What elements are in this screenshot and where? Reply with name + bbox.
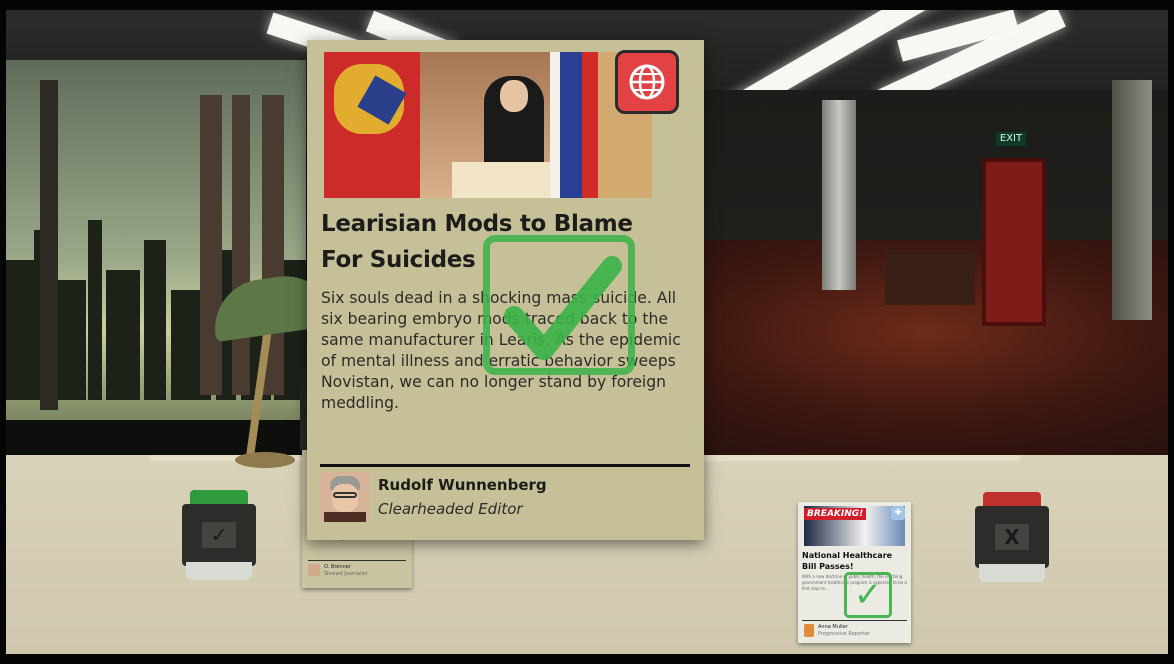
reject-stamp[interactable]: X [975,492,1049,584]
approve-stamp-foot [186,562,252,580]
approve-stamp[interactable]: ✓ [182,490,256,582]
exit-sign: EXIT [996,132,1026,146]
frame [0,0,6,664]
paper-left-divider [308,560,406,561]
globe-icon [615,50,679,114]
game-scene: EXIT ✓ X ...our new... could help to mak… [0,0,1174,664]
pillar [822,100,856,290]
image-speaker-head [500,80,528,112]
author-name: Rudolf Wunnenberg [378,476,547,494]
pillar-right [1112,80,1152,320]
paper-right-author: Anna Muller [818,624,848,630]
health-icon: ✚ [891,506,905,520]
approve-stamp-body: ✓ [182,504,256,566]
red-door [982,158,1046,326]
author-role: Clearheaded Editor [378,500,523,518]
window-blind [232,95,250,395]
image-flag-red [582,52,598,198]
frame [0,0,1174,10]
approved-check-icon: ✓ [844,572,892,618]
frame [0,654,1174,664]
window-blind [200,95,222,395]
article-card[interactable]: Learisian Mods to Blame For Suicides Six… [307,40,704,540]
article-paper-right[interactable]: BREAKING! ✚ National Healthcare Bill Pas… [798,502,911,643]
paper-right-divider [802,620,907,621]
image-flag-white [550,52,560,198]
reject-stamp-body: X [975,506,1049,568]
frame [1168,0,1174,664]
check-icon: ✓ [202,522,236,548]
article-image [324,52,652,198]
avatar-glasses [333,492,357,498]
avatar-face [332,484,358,512]
paper-right-title: National Healthcare Bill Passes! [802,551,893,571]
author-avatar [320,472,370,522]
avatar [308,564,320,576]
avatar [804,624,814,637]
paper-left-author: O. Brenner [324,564,351,570]
cabinet [885,250,975,305]
image-podium [452,162,562,198]
paper-right-role: Progressive Reporter [818,631,871,637]
paper-left-role: Shrewd Journalist [324,571,368,577]
article-divider [320,464,690,467]
breaking-badge: BREAKING! [804,508,867,520]
reject-stamp-foot [979,564,1045,582]
x-icon: X [995,524,1029,550]
image-flag-blue [560,52,582,198]
lamp-base [235,452,295,468]
window-blind [40,80,58,410]
avatar-shirt [324,512,366,522]
approved-stamp-mark [483,235,635,375]
